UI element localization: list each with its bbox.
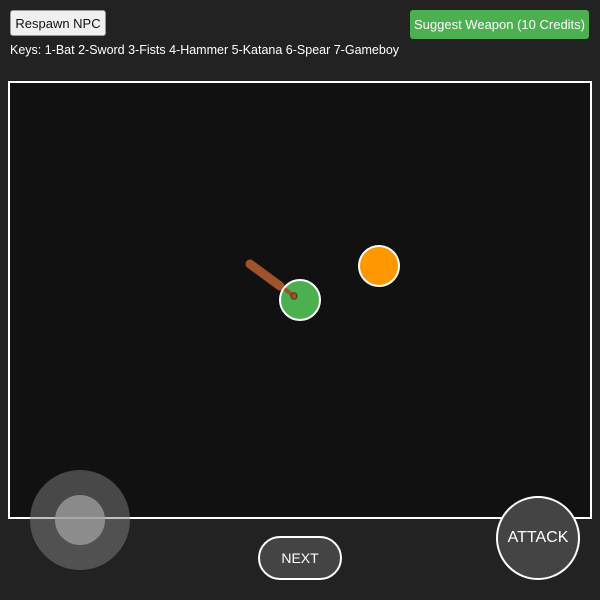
npc-character	[358, 245, 400, 287]
attack-button[interactable]: ATTACK	[496, 496, 580, 580]
respawn-npc-button[interactable]: Respawn NPC	[10, 10, 106, 36]
game-screen: Respawn NPC Suggest Weapon (10 Credits) …	[0, 0, 600, 600]
joystick-knob[interactable]	[55, 495, 105, 545]
suggest-weapon-button[interactable]: Suggest Weapon (10 Credits)	[410, 10, 589, 39]
virtual-joystick[interactable]	[30, 470, 130, 570]
bat-barrel	[245, 259, 285, 291]
game-arena[interactable]	[8, 81, 592, 519]
arena-canvas	[245, 245, 400, 321]
weapon-keys-hint: Keys: 1-Bat 2-Sword 3-Fists 4-Hammer 5-K…	[10, 43, 400, 57]
player-character	[279, 279, 321, 321]
next-button[interactable]: NEXT	[258, 536, 342, 580]
